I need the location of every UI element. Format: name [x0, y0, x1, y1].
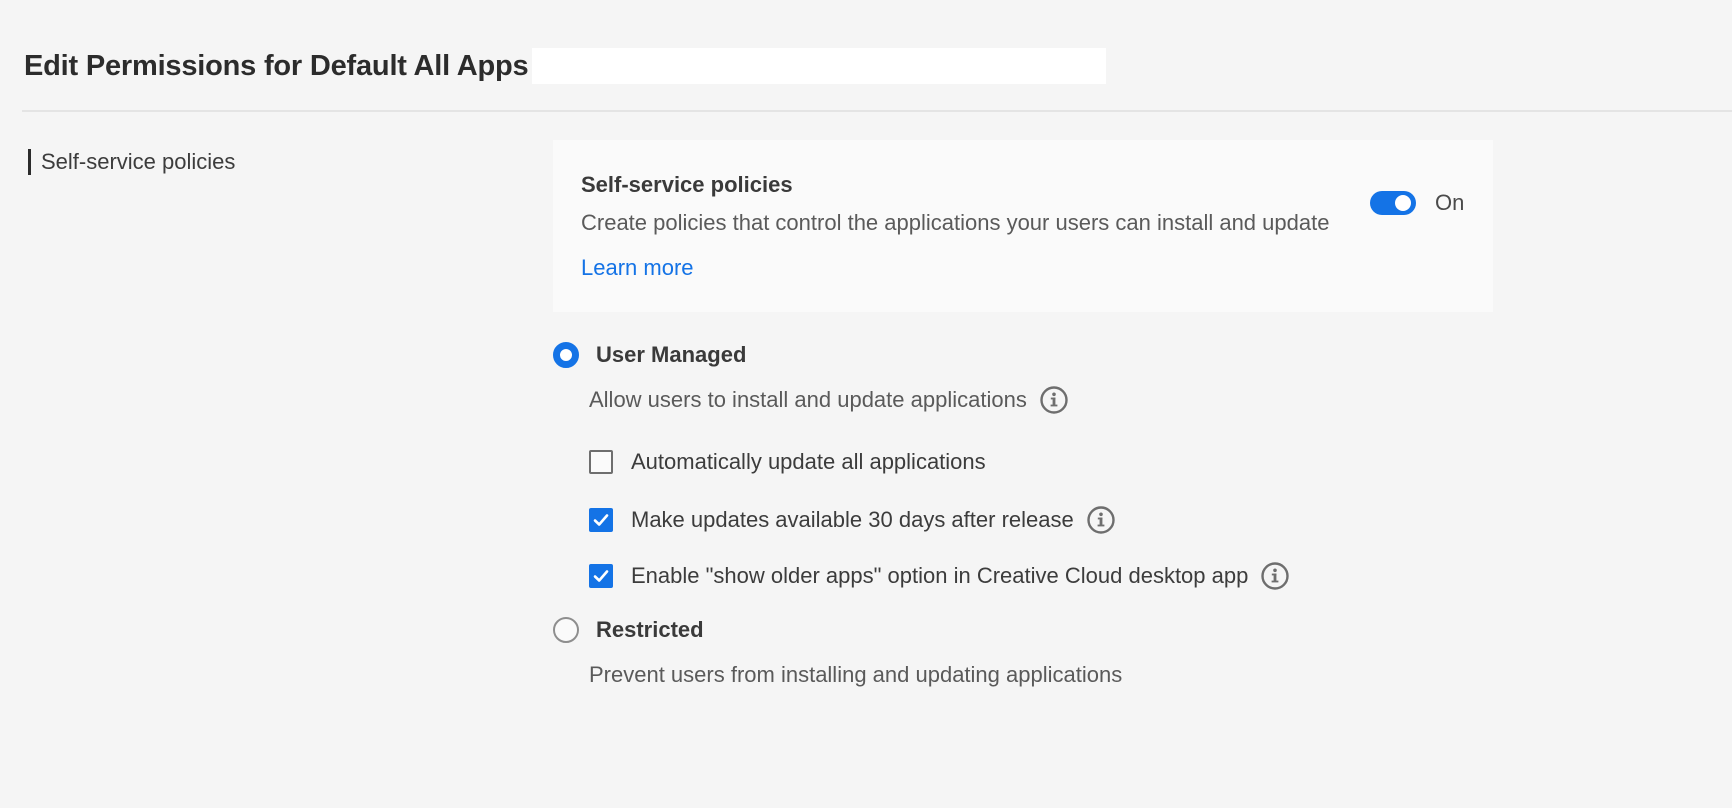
radio-user-managed[interactable]: User Managed [553, 342, 746, 368]
checkbox-delay-updates-box[interactable] [589, 508, 613, 532]
info-circle-icon[interactable] [1260, 561, 1290, 591]
checkbox-delay-updates-label: Make updates available 30 days after rel… [631, 507, 1074, 532]
checkbox-auto-update-box[interactable] [589, 450, 613, 474]
page-title: Edit Permissions for Default All Apps [24, 49, 529, 82]
sidebar-item-self-service-policies[interactable]: Self-service policies [28, 148, 235, 176]
page-header: Edit Permissions for Default All Apps [24, 46, 1107, 86]
restricted-description: Prevent users from installing and updati… [589, 662, 1122, 688]
learn-more-link[interactable]: Learn more [581, 255, 694, 281]
user-managed-description-text: Allow users to install and update applic… [589, 387, 1027, 412]
checkmark-icon [593, 514, 609, 526]
nav-active-indicator [28, 149, 31, 175]
radio-label-restricted: Restricted [596, 617, 704, 642]
checkbox-auto-update[interactable]: Automatically update all applications [589, 449, 986, 475]
user-managed-description: Allow users to install and update applic… [589, 385, 1069, 415]
toggle-switch[interactable] [1370, 191, 1416, 215]
checkbox-show-older-apps[interactable]: Enable "show older apps" option in Creat… [589, 561, 1290, 591]
side-nav: Self-service policies [28, 148, 235, 176]
toggle-label: On [1435, 190, 1465, 215]
checkbox-show-older-apps-label: Enable "show older apps" option in Creat… [631, 563, 1249, 588]
checkbox-delay-updates[interactable]: Make updates available 30 days after rel… [589, 505, 1116, 535]
self-service-toggle[interactable]: On [1370, 190, 1464, 216]
self-service-policy-card: Self-service policies Create policies th… [553, 140, 1493, 312]
card-description: Create policies that control the applica… [581, 210, 1330, 235]
radio-label-user-managed: User Managed [596, 342, 747, 367]
card-title: Self-service policies [581, 172, 793, 197]
checkmark-icon [593, 570, 609, 582]
info-circle-icon[interactable] [1039, 385, 1069, 415]
header-divider [22, 110, 1732, 112]
info-circle-icon[interactable] [1086, 505, 1116, 535]
checkbox-show-older-apps-box[interactable] [589, 564, 613, 588]
radio-button-user-managed[interactable] [553, 342, 579, 368]
title-redacted-area [532, 48, 1107, 84]
sidebar-item-label: Self-service policies [41, 149, 236, 174]
checkbox-auto-update-label: Automatically update all applications [631, 449, 986, 474]
toggle-knob [1395, 195, 1411, 211]
restricted-description-text: Prevent users from installing and updati… [589, 662, 1123, 687]
radio-button-restricted[interactable] [553, 617, 579, 643]
radio-restricted[interactable]: Restricted [553, 617, 704, 643]
